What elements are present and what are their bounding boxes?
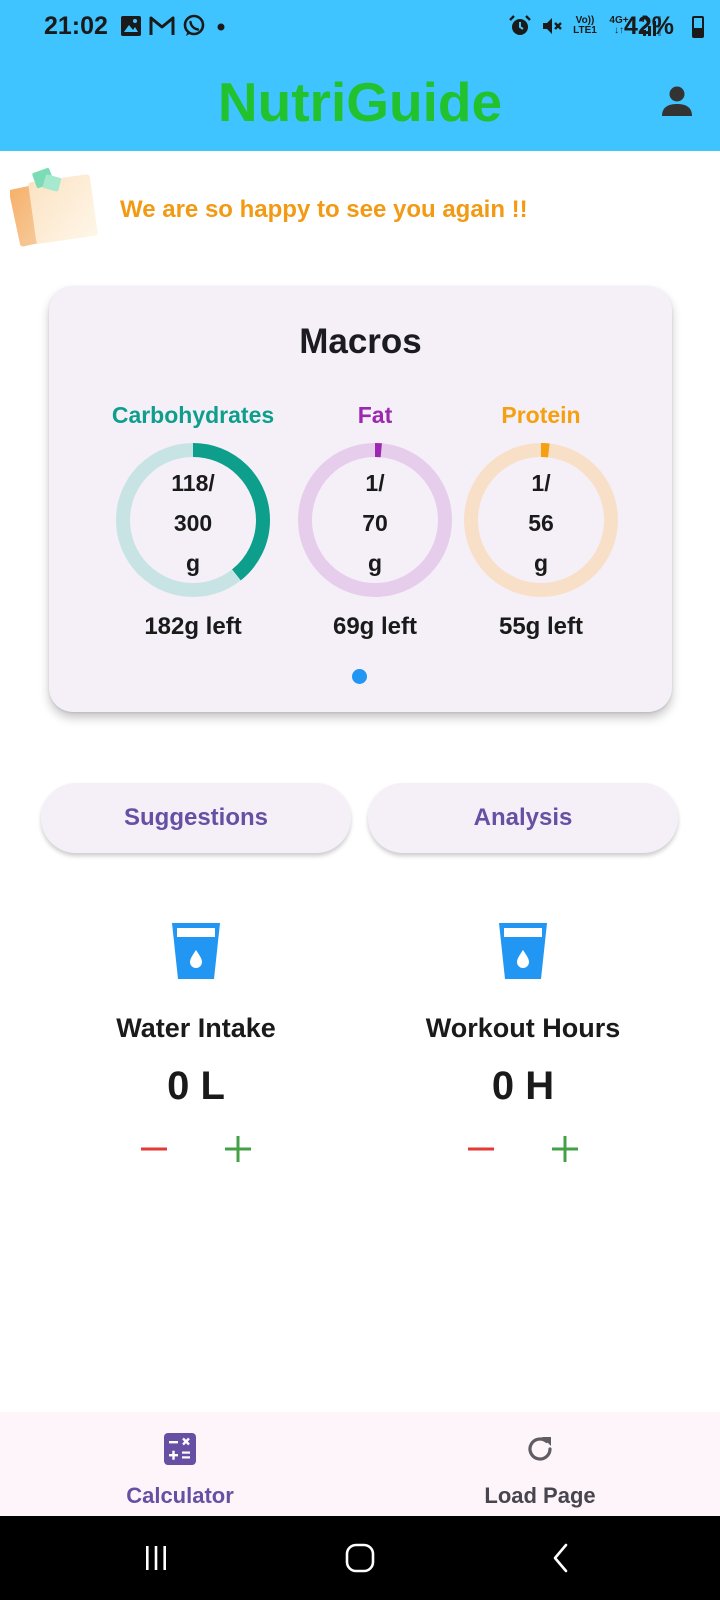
nav-item-load-page[interactable]: Load Page [420,1432,660,1509]
macro-amount: 1/ 70 g [362,470,388,576]
notification-icons [120,14,229,38]
gmail-icon [149,16,175,35]
increase-water-button[interactable] [222,1133,254,1165]
whatsapp-icon [183,14,205,36]
macro-label: Fat [357,402,393,428]
workout-hours-controls [373,1133,673,1173]
decrease-workout-button[interactable] [465,1133,497,1165]
mute-icon [543,18,562,34]
macros-card[interactable]: Macros Carbohydrates 118/ 300 g 182g lef… [49,286,672,712]
macro-carbohydrates: Carbohydrates 118/ 300 g 182g left [103,402,283,641]
water-intake-tracker: Water Intake 0 L [46,920,346,1173]
macros-title: Macros [299,322,422,361]
nav-label-load-page: Load Page [484,1483,596,1508]
refresh-icon [528,1437,552,1461]
bottom-navigation: Calculator Load Page [0,1412,720,1516]
macro-fat: Fat 1/ 70 g 69g left [285,402,465,641]
status-bar: 21:02 Vo)) LTE1 4G+ ↓↑ R 42% [0,0,720,52]
increase-workout-button[interactable] [549,1133,581,1165]
nav-label-calculator: Calculator [126,1483,234,1508]
workout-hours-label: Workout Hours [425,1013,621,1043]
app-bar: NutriGuide [0,52,720,151]
welcome-banner: We are so happy to see you again !! [10,166,710,256]
macro-remaining: 69g left [332,613,418,640]
water-intake-label: Water Intake [116,1013,276,1043]
alarm-icon [509,15,531,35]
water-glass-icon [499,923,547,979]
workout-hours-tracker: Workout Hours 0 H [373,920,673,1173]
macro-label: Protein [501,402,581,428]
image-icon [121,16,141,36]
workout-hours-value: 0 H [491,1064,555,1108]
water-intake-controls [46,1133,346,1173]
dot-icon [217,23,225,31]
screen: 21:02 Vo)) LTE1 4G+ ↓↑ R 42% NutriGuide … [0,0,720,1600]
water-intake-value: 0 L [167,1064,225,1108]
battery-percent: 42% [623,12,674,40]
macro-progress-ring: 118/ 300 g [114,441,272,599]
back-icon[interactable] [548,1542,576,1574]
macro-amount: 1/ 56 g [528,470,554,576]
suggestions-button[interactable]: Suggestions [41,783,351,853]
sticky-notes-icon [10,167,98,247]
water-glass-icon [172,923,220,979]
macro-amount: 118/ 300 g [171,470,215,576]
home-icon[interactable] [343,1542,377,1574]
macro-label: Carbohydrates [111,402,275,428]
nav-item-calculator[interactable]: Calculator [60,1432,300,1509]
macro-progress-ring: 1/ 70 g [296,441,454,599]
person-icon[interactable] [660,84,694,118]
macro-remaining: 182g left [144,613,242,640]
macro-protein: Protein 1/ 56 g 55g left [451,402,631,641]
page-indicator-dot[interactable] [352,669,367,684]
macro-progress-ring: 1/ 56 g [462,441,620,599]
decrease-water-button[interactable] [138,1133,170,1165]
calculator-icon [164,1433,196,1465]
macro-remaining: 55g left [498,613,584,640]
volte-icon: Vo)) LTE1 [573,15,597,36]
status-time: 21:02 [44,12,108,40]
battery-icon [692,16,704,38]
recent-apps-icon[interactable] [140,1542,172,1574]
system-navigation-bar [0,1516,720,1600]
app-title: NutriGuide [217,71,503,133]
welcome-message: We are so happy to see you again !! [120,196,528,223]
analysis-button[interactable]: Analysis [368,783,678,853]
